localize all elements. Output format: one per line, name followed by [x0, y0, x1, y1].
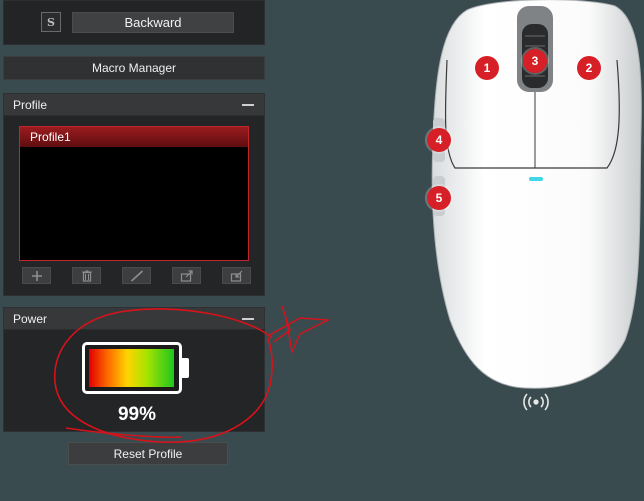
wireless-icon — [523, 393, 549, 411]
import-profile-button[interactable] — [222, 267, 251, 284]
mouse-button-marker-3[interactable]: 3 — [523, 49, 547, 73]
battery-level-fill — [89, 349, 175, 387]
key-badge: S — [41, 12, 61, 32]
mouse-button-marker-2[interactable]: 2 — [577, 56, 601, 80]
add-profile-button[interactable] — [22, 267, 51, 284]
rename-profile-button[interactable] — [122, 267, 151, 284]
macro-manager-button[interactable]: Macro Manager — [3, 56, 265, 80]
mouse-button-marker-4[interactable]: 4 — [427, 128, 451, 152]
power-collapse-button[interactable] — [242, 318, 254, 320]
profile-list-item[interactable]: Profile1 — [20, 127, 248, 147]
profile-panel-title: Profile — [13, 97, 48, 112]
delete-profile-button[interactable] — [72, 267, 101, 284]
mouse-button-marker-5[interactable]: 5 — [427, 186, 451, 210]
add-icon — [31, 270, 42, 281]
power-panel-header: Power — [4, 308, 264, 330]
profile-collapse-button[interactable] — [242, 104, 254, 106]
mouse-button-marker-1[interactable]: 1 — [475, 56, 499, 80]
power-panel-title: Power — [13, 311, 48, 326]
settings-column: S Backward Macro Manager Profile Profile… — [0, 0, 268, 501]
profile-panel: Profile Profile1 — [3, 93, 265, 296]
rename-icon — [130, 269, 143, 282]
reset-profile-button[interactable]: Reset Profile — [68, 442, 228, 465]
battery-icon — [82, 342, 190, 396]
export-icon — [180, 269, 193, 282]
battery-body — [82, 342, 182, 394]
battery-percentage: 99% — [117, 404, 157, 425]
profile-toolbar — [19, 267, 251, 285]
delete-icon — [81, 270, 92, 282]
profile-list[interactable]: Profile1 — [19, 126, 249, 261]
profile-panel-header: Profile — [4, 94, 264, 116]
battery-tip — [182, 358, 189, 378]
export-profile-button[interactable] — [172, 267, 201, 284]
power-panel: Power 99% — [3, 307, 265, 432]
button-assignment-row: S Backward — [3, 0, 265, 45]
backward-action-button[interactable]: Backward — [72, 12, 234, 33]
import-icon — [230, 270, 242, 282]
